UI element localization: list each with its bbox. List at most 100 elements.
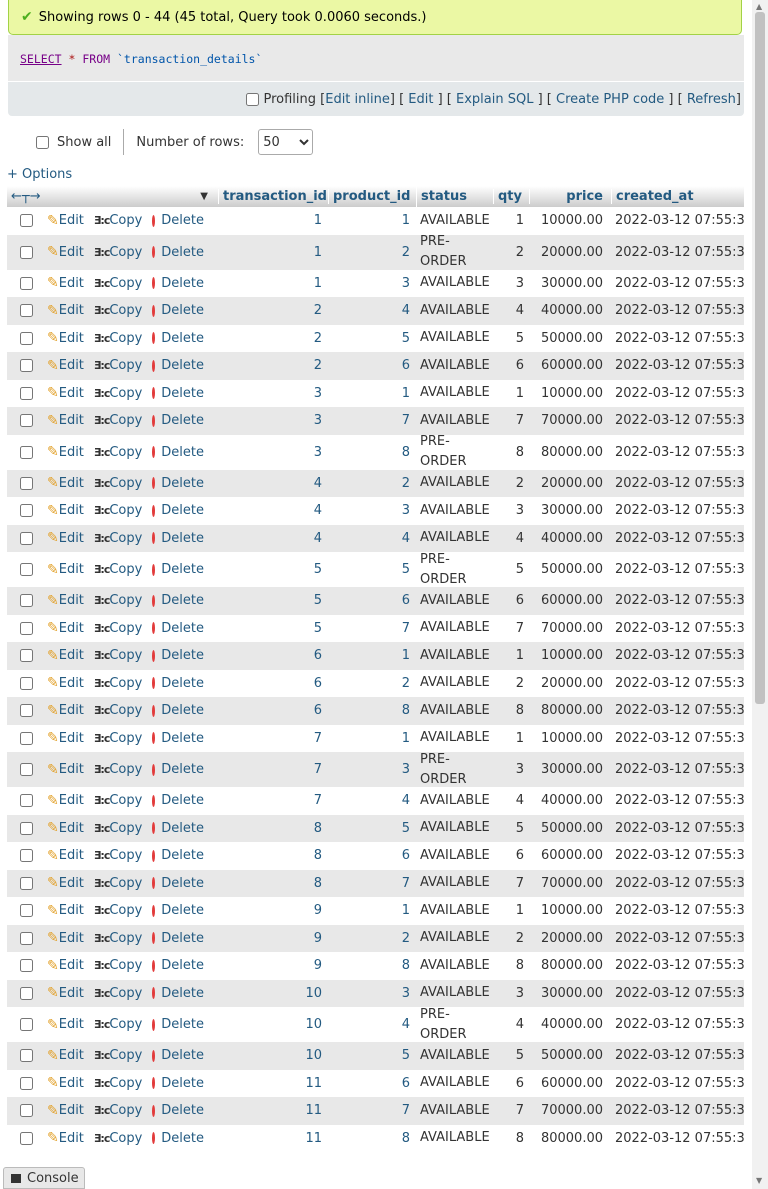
cell-product-id[interactable]: 8 xyxy=(328,703,416,718)
delete-row-link[interactable]: Delete xyxy=(161,593,204,608)
row-checkbox[interactable] xyxy=(20,386,33,400)
delete-icon[interactable] xyxy=(152,1018,156,1031)
cell-status[interactable]: PRE-ORDER xyxy=(416,750,493,790)
pencil-icon[interactable]: ✎ xyxy=(47,385,59,401)
delete-icon[interactable] xyxy=(152,359,156,372)
cell-transaction-id[interactable]: 5 xyxy=(218,593,328,608)
cell-product-id[interactable]: 4 xyxy=(328,1017,416,1032)
copy-row-link[interactable]: Copy xyxy=(109,703,142,718)
cell-created-at[interactable]: 2022-03-12 07:55:38 xyxy=(611,213,744,228)
delete-icon[interactable] xyxy=(152,704,156,717)
column-header-created-at[interactable]: created_at xyxy=(611,189,744,204)
cell-qty[interactable]: 5 xyxy=(493,331,529,346)
cell-created-at[interactable]: 2022-03-12 07:55:38 xyxy=(611,1017,744,1032)
edit-row-link[interactable]: Edit xyxy=(59,445,84,460)
cell-product-id[interactable]: 8 xyxy=(328,958,416,973)
cell-qty[interactable]: 8 xyxy=(493,703,529,718)
cell-price[interactable]: 80000.00 xyxy=(529,958,611,973)
copy-row-link[interactable]: Copy xyxy=(109,213,142,228)
cell-product-id[interactable]: 1 xyxy=(328,731,416,746)
edit-row-link[interactable]: Edit xyxy=(59,331,84,346)
pencil-icon[interactable]: ✎ xyxy=(47,1075,59,1091)
delete-row-link[interactable]: Delete xyxy=(161,531,204,546)
cell-status[interactable]: AVAILABLE xyxy=(416,728,493,748)
copy-icon[interactable]: Ǝ:c xyxy=(94,987,110,1000)
delete-row-link[interactable]: Delete xyxy=(161,821,204,836)
cell-price[interactable]: 70000.00 xyxy=(529,876,611,891)
edit-row-link[interactable]: Edit xyxy=(59,958,84,973)
edit-query-link[interactable]: Edit xyxy=(408,92,433,107)
copy-row-link[interactable]: Copy xyxy=(109,245,142,260)
row-checkbox[interactable] xyxy=(20,763,33,776)
cell-status[interactable]: AVAILABLE xyxy=(416,901,493,921)
pencil-icon[interactable]: ✎ xyxy=(47,530,59,546)
cell-price[interactable]: 30000.00 xyxy=(529,986,611,1001)
edit-row-link[interactable]: Edit xyxy=(59,986,84,1001)
cell-created-at[interactable]: 2022-03-12 07:55:38 xyxy=(611,1103,744,1118)
edit-row-link[interactable]: Edit xyxy=(59,848,84,863)
cell-status[interactable]: PRE-ORDER xyxy=(416,550,493,590)
row-checkbox[interactable] xyxy=(20,1049,33,1063)
pencil-icon[interactable]: ✎ xyxy=(47,213,59,229)
cell-created-at[interactable]: 2022-03-12 07:55:38 xyxy=(611,476,744,491)
cell-qty[interactable]: 5 xyxy=(493,821,529,836)
copy-icon[interactable]: Ǝ:c xyxy=(94,504,110,517)
cell-price[interactable]: 70000.00 xyxy=(529,413,611,428)
cell-price[interactable]: 40000.00 xyxy=(529,303,611,318)
delete-row-link[interactable]: Delete xyxy=(161,562,204,577)
copy-icon[interactable]: Ǝ:c xyxy=(94,214,110,227)
pencil-icon[interactable]: ✎ xyxy=(47,762,59,778)
edit-row-link[interactable]: Edit xyxy=(59,562,84,577)
row-checkbox[interactable] xyxy=(20,1018,33,1031)
cell-status[interactable]: AVAILABLE xyxy=(416,1073,493,1093)
cell-product-id[interactable]: 6 xyxy=(328,848,416,863)
row-checkbox[interactable] xyxy=(20,931,33,945)
row-checkbox[interactable] xyxy=(20,621,33,635)
delete-icon[interactable] xyxy=(152,849,156,862)
row-checkbox[interactable] xyxy=(20,849,33,863)
cell-product-id[interactable]: 5 xyxy=(328,821,416,836)
cell-created-at[interactable]: 2022-03-12 07:55:38 xyxy=(611,676,744,691)
edit-row-link[interactable]: Edit xyxy=(59,876,84,891)
cell-price[interactable]: 10000.00 xyxy=(529,213,611,228)
copy-row-link[interactable]: Copy xyxy=(109,593,142,608)
pencil-icon[interactable]: ✎ xyxy=(47,675,59,691)
copy-icon[interactable]: Ǝ:c xyxy=(94,1132,110,1145)
copy-icon[interactable]: Ǝ:c xyxy=(94,704,110,717)
copy-icon[interactable]: Ǝ:c xyxy=(94,932,110,945)
copy-row-link[interactable]: Copy xyxy=(109,931,142,946)
copy-row-link[interactable]: Copy xyxy=(109,331,142,346)
edit-row-link[interactable]: Edit xyxy=(59,531,84,546)
cell-created-at[interactable]: 2022-03-12 07:55:38 xyxy=(611,593,744,608)
column-header-status[interactable]: status xyxy=(416,186,493,207)
cell-transaction-id[interactable]: 2 xyxy=(218,331,328,346)
copy-icon[interactable]: Ǝ:c xyxy=(94,332,110,345)
copy-row-link[interactable]: Copy xyxy=(109,276,142,291)
cell-transaction-id[interactable]: 10 xyxy=(218,1017,328,1032)
delete-row-link[interactable]: Delete xyxy=(161,762,204,777)
edit-row-link[interactable]: Edit xyxy=(59,1103,84,1118)
pencil-icon[interactable]: ✎ xyxy=(47,503,59,519)
cell-product-id[interactable]: 3 xyxy=(328,986,416,1001)
delete-icon[interactable] xyxy=(152,1104,156,1117)
cell-qty[interactable]: 1 xyxy=(493,731,529,746)
cell-created-at[interactable]: 2022-03-12 07:55:38 xyxy=(611,793,744,808)
profiling-checkbox[interactable] xyxy=(246,92,260,106)
cell-price[interactable]: 40000.00 xyxy=(529,531,611,546)
cell-transaction-id[interactable]: 10 xyxy=(218,986,328,1001)
cell-product-id[interactable]: 2 xyxy=(328,931,416,946)
options-link[interactable]: + Options xyxy=(7,167,72,182)
copy-row-link[interactable]: Copy xyxy=(109,793,142,808)
row-checkbox[interactable] xyxy=(20,276,33,290)
delete-row-link[interactable]: Delete xyxy=(161,1076,204,1091)
cell-price[interactable]: 50000.00 xyxy=(529,1048,611,1063)
row-checkbox[interactable] xyxy=(20,245,33,259)
edit-row-link[interactable]: Edit xyxy=(59,676,84,691)
copy-row-link[interactable]: Copy xyxy=(109,503,142,518)
pencil-icon[interactable]: ✎ xyxy=(47,930,59,946)
cell-created-at[interactable]: 2022-03-12 07:55:38 xyxy=(611,703,744,718)
cell-qty[interactable]: 4 xyxy=(493,303,529,318)
cell-product-id[interactable]: 1 xyxy=(328,386,416,401)
delete-icon[interactable] xyxy=(152,1132,156,1145)
cell-qty[interactable]: 6 xyxy=(493,1076,529,1091)
